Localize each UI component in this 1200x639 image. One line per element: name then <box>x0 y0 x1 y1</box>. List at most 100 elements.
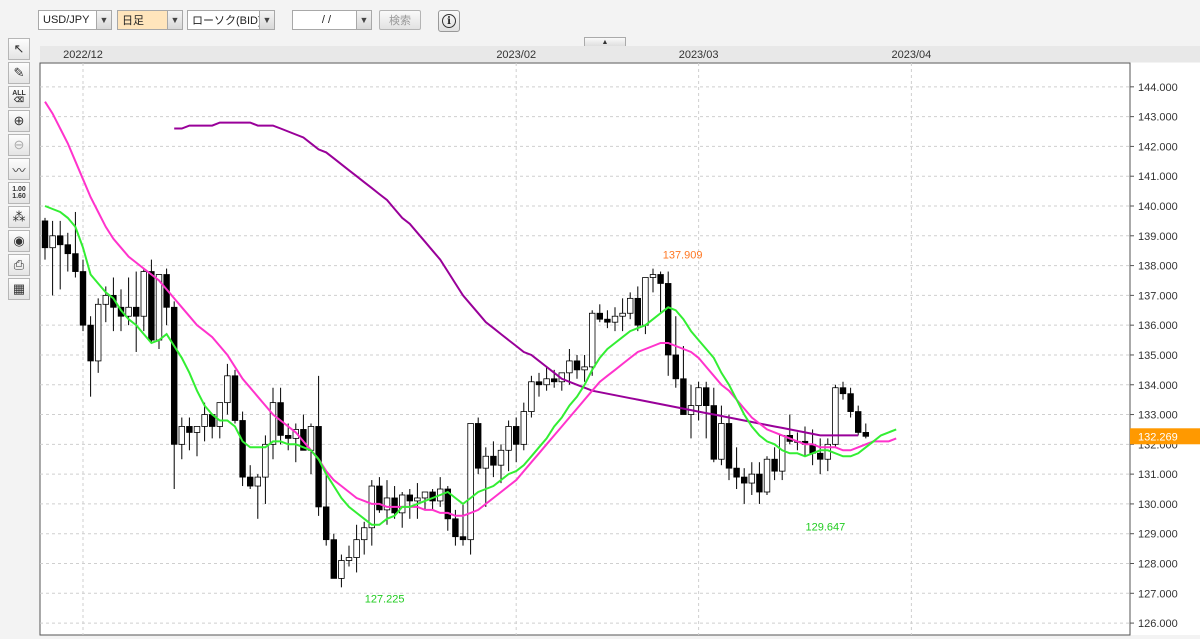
chevron-down-icon[interactable]: ▼ <box>259 11 274 29</box>
candle-body <box>528 381 535 412</box>
chevron-down-icon[interactable]: ▼ <box>96 11 111 29</box>
candle-body <box>353 539 360 558</box>
y-tick-label: 136.000 <box>1138 320 1178 332</box>
candle-body <box>284 434 292 439</box>
candle-body <box>64 244 71 255</box>
candle-body <box>634 297 641 326</box>
candle-body <box>581 366 588 371</box>
x-tick-label: 2023/04 <box>892 49 932 61</box>
candle-body <box>216 402 223 427</box>
candle-body <box>406 494 413 502</box>
candle-body <box>41 220 49 249</box>
y-tick-label: 130.000 <box>1138 499 1178 511</box>
y-tick-label: 138.000 <box>1138 261 1178 273</box>
candle-body <box>452 518 459 538</box>
date-value: / / <box>321 14 332 26</box>
candle-body <box>756 473 763 493</box>
candle-body <box>368 485 375 529</box>
candle-body <box>360 527 368 541</box>
x-tick-label: 2022/12 <box>63 49 103 61</box>
chart-style-select[interactable]: ローソク(BID) ▼ <box>187 10 275 30</box>
candle-body <box>551 378 558 383</box>
candle-body <box>322 506 330 541</box>
search-button[interactable]: 検索 <box>379 10 421 30</box>
y-tick-label: 137.000 <box>1138 290 1178 302</box>
symbol-value: USD/JPY <box>43 14 90 26</box>
y-tick-label: 142.000 <box>1138 141 1178 153</box>
candle-body <box>771 458 778 472</box>
candle-body <box>847 393 854 412</box>
symbol-select[interactable]: USD/JPY ▼ <box>38 10 112 30</box>
candle-body <box>201 414 208 427</box>
candle-body <box>573 360 581 371</box>
low-price-label: 127.225 <box>365 594 405 606</box>
candle-body <box>414 497 421 502</box>
candle-body <box>95 303 102 362</box>
candle-body <box>657 274 664 284</box>
candle-body <box>855 411 862 433</box>
candle-body <box>193 426 201 433</box>
candle-body <box>505 426 512 451</box>
candle-body <box>170 306 178 445</box>
candle-body <box>725 423 733 469</box>
candle-body <box>231 375 239 421</box>
y-tick-label: 135.000 <box>1138 350 1178 362</box>
y-tick-label: 128.000 <box>1138 559 1178 571</box>
candle-body <box>748 473 755 484</box>
candle-body <box>589 312 596 368</box>
candle-body <box>513 426 520 445</box>
price-chart: 126.000 127.000 128.000 129.000 130.000 131.0… <box>39 46 1200 636</box>
date-select[interactable]: / / ▼ <box>292 10 372 30</box>
candle-body <box>338 560 345 579</box>
timeframe-select[interactable]: 日足 ▼ <box>117 10 183 30</box>
candle-body <box>596 312 603 320</box>
x-tick-label: 2023/02 <box>496 49 536 61</box>
candle-body <box>376 485 383 511</box>
candle-body <box>148 271 155 341</box>
candle-body <box>520 411 527 445</box>
chart-style-value: ローソク(BID) <box>192 15 259 27</box>
candle-body <box>79 271 87 326</box>
candle-body <box>672 354 679 380</box>
candle-body <box>695 387 702 407</box>
candle-body <box>239 420 246 478</box>
candle-body <box>490 455 497 466</box>
candle-body <box>87 324 94 362</box>
chevron-down-icon[interactable]: ▼ <box>167 11 182 29</box>
candle-body <box>718 423 725 460</box>
candle-body <box>391 497 398 514</box>
plot-area <box>39 62 1131 636</box>
candle-body <box>383 497 391 511</box>
candle-body <box>467 423 474 541</box>
candle-body <box>345 557 353 561</box>
candle-body <box>862 432 869 437</box>
y-tick-label: 141.000 <box>1138 171 1178 183</box>
x-tick-label: 2023/03 <box>679 49 719 61</box>
candle-body <box>779 434 786 472</box>
info-button[interactable]: i <box>438 10 460 32</box>
candle-body <box>703 387 710 407</box>
candle-body <box>817 452 824 460</box>
candle-body <box>482 455 489 469</box>
candle-body <box>155 274 163 341</box>
chevron-down-icon[interactable]: ▼ <box>356 11 371 29</box>
candle-body <box>246 476 254 487</box>
candle-body <box>497 449 505 466</box>
y-tick-label: 126.000 <box>1138 618 1178 630</box>
y-tick-label: 143.000 <box>1138 112 1178 124</box>
candle-body <box>72 253 79 272</box>
date-axis-band <box>40 46 1200 62</box>
y-tick-label: 133.000 <box>1138 410 1178 422</box>
candle-body <box>330 539 337 579</box>
candle-body <box>459 536 467 541</box>
y-tick-label: 131.000 <box>1138 469 1178 481</box>
current-price-label: 132.269 <box>1138 431 1178 443</box>
y-tick-label: 134.000 <box>1138 380 1178 392</box>
candle-body <box>566 360 573 374</box>
candle-body <box>839 387 847 395</box>
candle-body <box>604 318 611 323</box>
candle-body <box>186 426 193 433</box>
toolbar: USD/JPY ▼ 日足 ▼ ローソク(BID) ▼ / / ▼ 検索 i <box>0 0 1200 36</box>
candle-body <box>140 271 147 317</box>
candle-body <box>57 235 64 246</box>
